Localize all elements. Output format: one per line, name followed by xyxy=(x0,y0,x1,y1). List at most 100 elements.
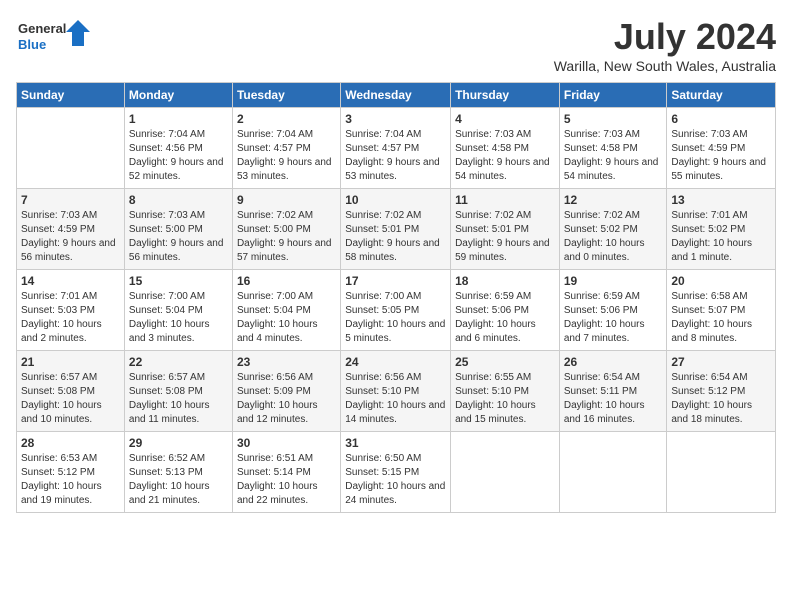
calendar-table: Sunday Monday Tuesday Wednesday Thursday… xyxy=(16,82,776,513)
day-detail: Sunrise: 6:55 AMSunset: 5:10 PMDaylight:… xyxy=(455,372,536,425)
calendar-week-row: 1 Sunrise: 7:04 AMSunset: 4:56 PMDayligh… xyxy=(17,108,776,189)
day-number: 15 xyxy=(129,274,228,288)
day-number: 17 xyxy=(345,274,446,288)
table-row: 31 Sunrise: 6:50 AMSunset: 5:15 PMDaylig… xyxy=(341,432,451,513)
day-detail: Sunrise: 6:59 AMSunset: 5:06 PMDaylight:… xyxy=(564,291,645,344)
day-number: 26 xyxy=(564,355,663,369)
calendar-week-row: 7 Sunrise: 7:03 AMSunset: 4:59 PMDayligh… xyxy=(17,189,776,270)
table-row: 13 Sunrise: 7:01 AMSunset: 5:02 PMDaylig… xyxy=(667,189,776,270)
day-detail: Sunrise: 7:01 AMSunset: 5:03 PMDaylight:… xyxy=(21,291,102,344)
table-row: 15 Sunrise: 7:00 AMSunset: 5:04 PMDaylig… xyxy=(124,270,232,351)
day-number: 2 xyxy=(237,112,336,126)
table-row: 8 Sunrise: 7:03 AMSunset: 5:00 PMDayligh… xyxy=(124,189,232,270)
table-row: 26 Sunrise: 6:54 AMSunset: 5:11 PMDaylig… xyxy=(559,351,667,432)
day-number: 16 xyxy=(237,274,336,288)
day-number: 7 xyxy=(21,193,120,207)
day-number: 22 xyxy=(129,355,228,369)
calendar-header-row: Sunday Monday Tuesday Wednesday Thursday… xyxy=(17,83,776,108)
table-row: 21 Sunrise: 6:57 AMSunset: 5:08 PMDaylig… xyxy=(17,351,125,432)
day-number: 10 xyxy=(345,193,446,207)
day-detail: Sunrise: 6:56 AMSunset: 5:09 PMDaylight:… xyxy=(237,372,318,425)
header-monday: Monday xyxy=(124,83,232,108)
table-row: 10 Sunrise: 7:02 AMSunset: 5:01 PMDaylig… xyxy=(341,189,451,270)
table-row: 25 Sunrise: 6:55 AMSunset: 5:10 PMDaylig… xyxy=(451,351,560,432)
day-number: 8 xyxy=(129,193,228,207)
logo-svg: General Blue xyxy=(16,16,96,56)
table-row: 16 Sunrise: 7:00 AMSunset: 5:04 PMDaylig… xyxy=(232,270,340,351)
header-tuesday: Tuesday xyxy=(232,83,340,108)
day-number: 27 xyxy=(671,355,771,369)
day-number: 31 xyxy=(345,436,446,450)
header-wednesday: Wednesday xyxy=(341,83,451,108)
day-detail: Sunrise: 7:03 AMSunset: 4:59 PMDaylight:… xyxy=(671,129,766,182)
table-row: 7 Sunrise: 7:03 AMSunset: 4:59 PMDayligh… xyxy=(17,189,125,270)
table-row: 17 Sunrise: 7:00 AMSunset: 5:05 PMDaylig… xyxy=(341,270,451,351)
table-row: 4 Sunrise: 7:03 AMSunset: 4:58 PMDayligh… xyxy=(451,108,560,189)
day-detail: Sunrise: 7:04 AMSunset: 4:56 PMDaylight:… xyxy=(129,129,224,182)
table-row: 11 Sunrise: 7:02 AMSunset: 5:01 PMDaylig… xyxy=(451,189,560,270)
day-number: 19 xyxy=(564,274,663,288)
calendar-week-row: 14 Sunrise: 7:01 AMSunset: 5:03 PMDaylig… xyxy=(17,270,776,351)
day-detail: Sunrise: 6:57 AMSunset: 5:08 PMDaylight:… xyxy=(129,372,210,425)
table-row: 22 Sunrise: 6:57 AMSunset: 5:08 PMDaylig… xyxy=(124,351,232,432)
table-row: 3 Sunrise: 7:04 AMSunset: 4:57 PMDayligh… xyxy=(341,108,451,189)
day-detail: Sunrise: 6:51 AMSunset: 5:14 PMDaylight:… xyxy=(237,453,318,506)
header-sunday: Sunday xyxy=(17,83,125,108)
day-number: 14 xyxy=(21,274,120,288)
table-row: 12 Sunrise: 7:02 AMSunset: 5:02 PMDaylig… xyxy=(559,189,667,270)
day-detail: Sunrise: 7:02 AMSunset: 5:01 PMDaylight:… xyxy=(345,210,440,263)
day-number: 18 xyxy=(455,274,555,288)
table-row xyxy=(17,108,125,189)
logo: General Blue xyxy=(16,16,96,56)
table-row xyxy=(451,432,560,513)
day-number: 23 xyxy=(237,355,336,369)
day-number: 29 xyxy=(129,436,228,450)
calendar-week-row: 28 Sunrise: 6:53 AMSunset: 5:12 PMDaylig… xyxy=(17,432,776,513)
day-detail: Sunrise: 7:03 AMSunset: 5:00 PMDaylight:… xyxy=(129,210,224,263)
table-row: 30 Sunrise: 6:51 AMSunset: 5:14 PMDaylig… xyxy=(232,432,340,513)
day-number: 1 xyxy=(129,112,228,126)
day-detail: Sunrise: 7:00 AMSunset: 5:05 PMDaylight:… xyxy=(345,291,445,344)
table-row: 2 Sunrise: 7:04 AMSunset: 4:57 PMDayligh… xyxy=(232,108,340,189)
day-detail: Sunrise: 6:50 AMSunset: 5:15 PMDaylight:… xyxy=(345,453,445,506)
day-detail: Sunrise: 7:02 AMSunset: 5:00 PMDaylight:… xyxy=(237,210,332,263)
day-number: 12 xyxy=(564,193,663,207)
day-detail: Sunrise: 7:02 AMSunset: 5:02 PMDaylight:… xyxy=(564,210,645,263)
day-detail: Sunrise: 6:54 AMSunset: 5:12 PMDaylight:… xyxy=(671,372,752,425)
header-thursday: Thursday xyxy=(451,83,560,108)
table-row: 24 Sunrise: 6:56 AMSunset: 5:10 PMDaylig… xyxy=(341,351,451,432)
day-detail: Sunrise: 6:57 AMSunset: 5:08 PMDaylight:… xyxy=(21,372,102,425)
day-detail: Sunrise: 7:03 AMSunset: 4:58 PMDaylight:… xyxy=(564,129,659,182)
day-detail: Sunrise: 7:01 AMSunset: 5:02 PMDaylight:… xyxy=(671,210,752,263)
day-detail: Sunrise: 6:56 AMSunset: 5:10 PMDaylight:… xyxy=(345,372,445,425)
day-number: 4 xyxy=(455,112,555,126)
day-number: 13 xyxy=(671,193,771,207)
table-row: 28 Sunrise: 6:53 AMSunset: 5:12 PMDaylig… xyxy=(17,432,125,513)
table-row: 23 Sunrise: 6:56 AMSunset: 5:09 PMDaylig… xyxy=(232,351,340,432)
table-row: 1 Sunrise: 7:04 AMSunset: 4:56 PMDayligh… xyxy=(124,108,232,189)
day-detail: Sunrise: 7:03 AMSunset: 4:59 PMDaylight:… xyxy=(21,210,116,263)
day-number: 30 xyxy=(237,436,336,450)
header-saturday: Saturday xyxy=(667,83,776,108)
table-row: 19 Sunrise: 6:59 AMSunset: 5:06 PMDaylig… xyxy=(559,270,667,351)
day-detail: Sunrise: 7:02 AMSunset: 5:01 PMDaylight:… xyxy=(455,210,550,263)
day-number: 3 xyxy=(345,112,446,126)
table-row: 6 Sunrise: 7:03 AMSunset: 4:59 PMDayligh… xyxy=(667,108,776,189)
table-row: 14 Sunrise: 7:01 AMSunset: 5:03 PMDaylig… xyxy=(17,270,125,351)
day-detail: Sunrise: 7:04 AMSunset: 4:57 PMDaylight:… xyxy=(237,129,332,182)
day-detail: Sunrise: 6:58 AMSunset: 5:07 PMDaylight:… xyxy=(671,291,752,344)
table-row: 29 Sunrise: 6:52 AMSunset: 5:13 PMDaylig… xyxy=(124,432,232,513)
location-title: Warilla, New South Wales, Australia xyxy=(554,58,776,74)
table-row: 20 Sunrise: 6:58 AMSunset: 5:07 PMDaylig… xyxy=(667,270,776,351)
table-row xyxy=(559,432,667,513)
day-number: 5 xyxy=(564,112,663,126)
table-row: 27 Sunrise: 6:54 AMSunset: 5:12 PMDaylig… xyxy=(667,351,776,432)
day-number: 24 xyxy=(345,355,446,369)
svg-text:Blue: Blue xyxy=(18,37,46,52)
day-detail: Sunrise: 6:54 AMSunset: 5:11 PMDaylight:… xyxy=(564,372,645,425)
day-number: 28 xyxy=(21,436,120,450)
table-row: 18 Sunrise: 6:59 AMSunset: 5:06 PMDaylig… xyxy=(451,270,560,351)
day-number: 11 xyxy=(455,193,555,207)
day-number: 6 xyxy=(671,112,771,126)
table-row: 5 Sunrise: 7:03 AMSunset: 4:58 PMDayligh… xyxy=(559,108,667,189)
